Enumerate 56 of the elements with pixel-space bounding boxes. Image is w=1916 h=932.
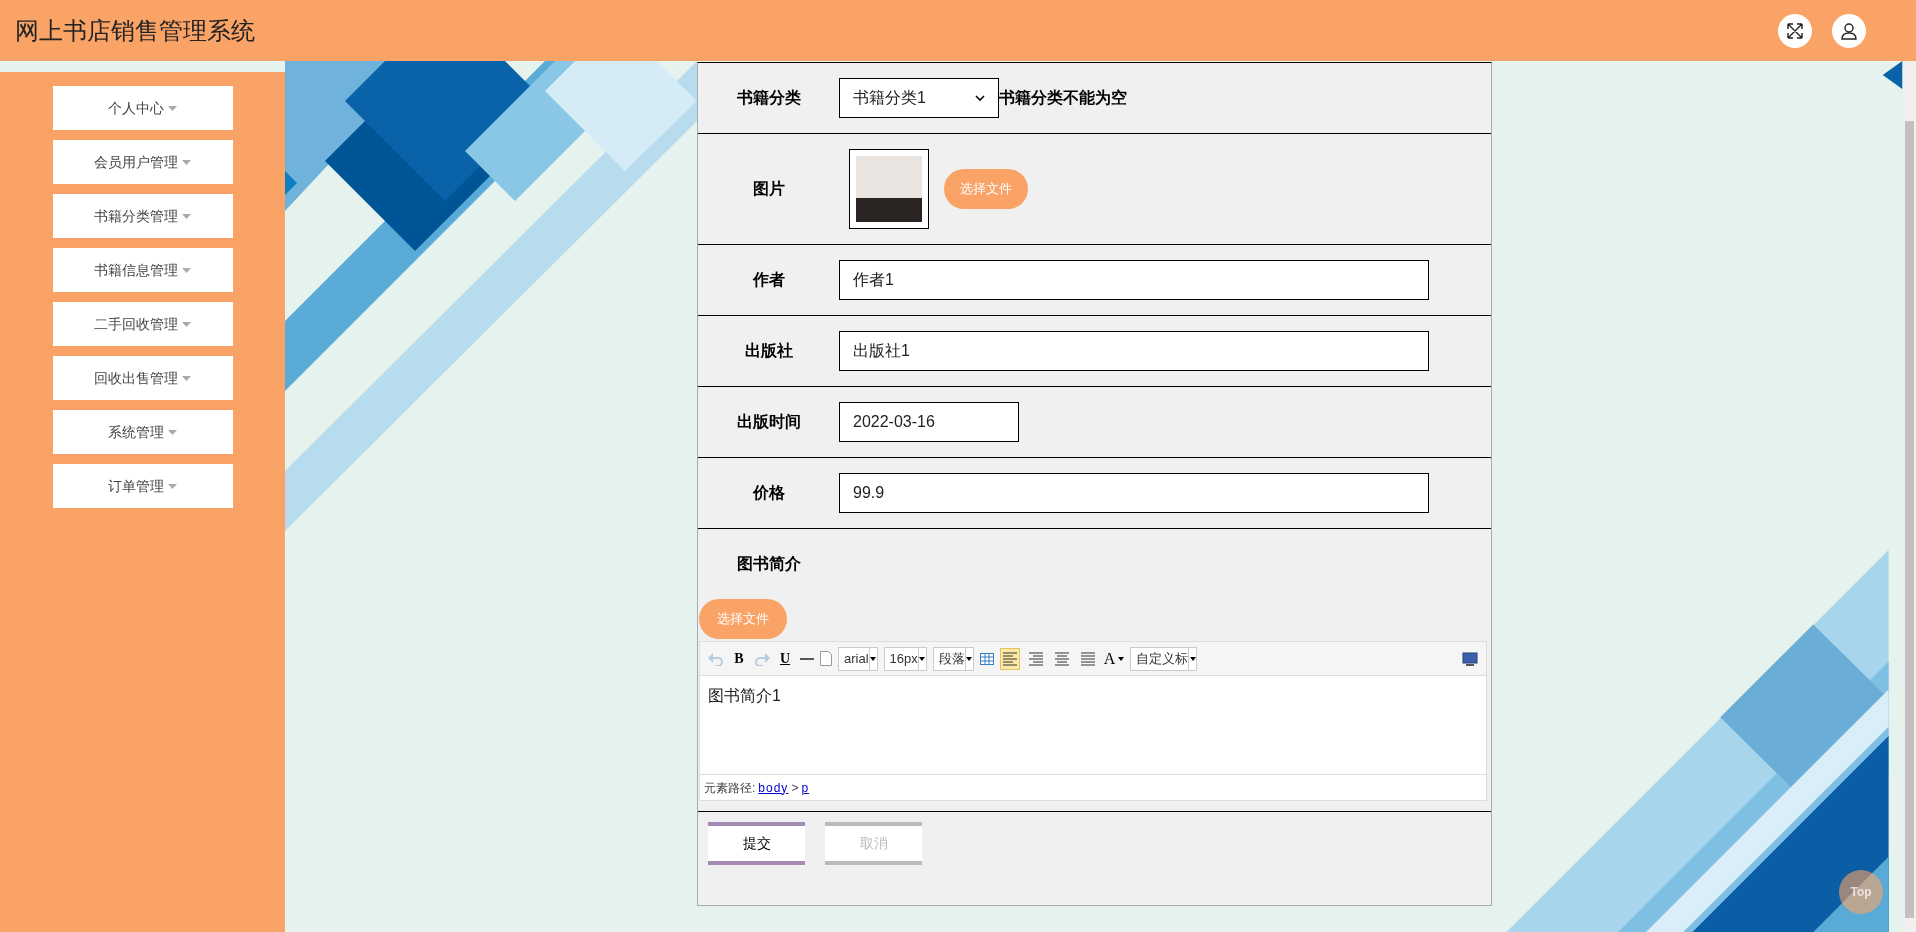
chevron-down-icon[interactable] bbox=[975, 95, 985, 101]
font-size-dropdown[interactable]: 16px bbox=[883, 646, 927, 671]
editor-content[interactable]: 图书简介1 bbox=[700, 676, 1486, 774]
caret-icon bbox=[182, 375, 191, 381]
caret-icon bbox=[168, 105, 177, 111]
field-label: 书籍分类 bbox=[736, 88, 801, 108]
app-title: 网上书店销售管理系统 bbox=[15, 15, 255, 46]
caret-icon bbox=[182, 159, 191, 165]
caret-icon bbox=[168, 429, 177, 435]
date-field[interactable]: 2022-03-16 bbox=[839, 402, 1019, 442]
field-label: 图书简介 bbox=[736, 554, 801, 574]
sidebar-menu-item[interactable]: 二手回收管理 bbox=[52, 302, 233, 346]
caret-icon bbox=[182, 321, 191, 327]
element-path-link[interactable]: body bbox=[758, 778, 789, 797]
text-field[interactable]: 出版社1 bbox=[839, 331, 1429, 371]
sidebar-menu-item[interactable]: 订单管理 bbox=[52, 464, 233, 508]
field-label: 作者 bbox=[752, 270, 785, 290]
caret-icon[interactable] bbox=[966, 656, 973, 661]
error-message: 书籍分类不能为空 bbox=[999, 88, 1127, 108]
paragraph-format-dropdown[interactable]: 段落 bbox=[932, 646, 974, 671]
caret-icon[interactable] bbox=[919, 656, 926, 661]
path-separator: > bbox=[791, 779, 799, 797]
category-select[interactable]: 书籍分类1 bbox=[839, 78, 999, 118]
sidebar-menu-item[interactable]: 书籍分类管理 bbox=[52, 194, 233, 238]
field-label: 出版社 bbox=[744, 341, 793, 361]
element-path-link[interactable]: p bbox=[801, 778, 810, 797]
preview-icon[interactable] bbox=[1462, 651, 1478, 666]
align-left-icon[interactable] bbox=[999, 647, 1020, 670]
bold-button[interactable]: B bbox=[730, 648, 748, 669]
sidebar-menu-item[interactable]: 会员用户管理 bbox=[52, 140, 233, 184]
caret-icon[interactable] bbox=[1189, 656, 1196, 661]
element-path-label: 元素路径: bbox=[704, 779, 756, 797]
font-family-dropdown[interactable]: arial bbox=[838, 646, 878, 671]
sidebar-menu-item[interactable]: 个人中心 bbox=[52, 86, 233, 130]
font-color-button[interactable]: A bbox=[1103, 646, 1125, 671]
submit-button[interactable]: 提交 bbox=[708, 822, 805, 865]
text-field[interactable]: 99.9 bbox=[839, 473, 1429, 513]
caret-icon bbox=[168, 483, 177, 489]
sidebar-menu-item[interactable]: 书籍信息管理 bbox=[52, 248, 233, 292]
underline-button[interactable]: U bbox=[776, 648, 794, 669]
field-label: 图片 bbox=[752, 179, 785, 199]
caret-icon bbox=[182, 213, 191, 219]
heading-dropdown[interactable]: 自定义标 bbox=[1130, 646, 1198, 671]
caret-icon bbox=[1118, 656, 1125, 661]
page-icon[interactable] bbox=[820, 651, 832, 666]
caret-icon[interactable] bbox=[870, 656, 877, 661]
sidebar-menu-item[interactable]: 系统管理 bbox=[52, 410, 233, 454]
caret-icon bbox=[182, 267, 191, 273]
user-icon[interactable] bbox=[1832, 13, 1866, 48]
fullscreen-icon[interactable] bbox=[1778, 13, 1812, 48]
field-label: 出版时间 bbox=[736, 412, 801, 432]
sidebar-menu-item[interactable]: 回收出售管理 bbox=[52, 356, 233, 400]
arrow-shape-icon bbox=[1882, 61, 1903, 89]
text-field[interactable]: 作者1 bbox=[839, 260, 1429, 300]
table-icon[interactable] bbox=[979, 652, 994, 665]
field-label: 价格 bbox=[752, 483, 785, 503]
